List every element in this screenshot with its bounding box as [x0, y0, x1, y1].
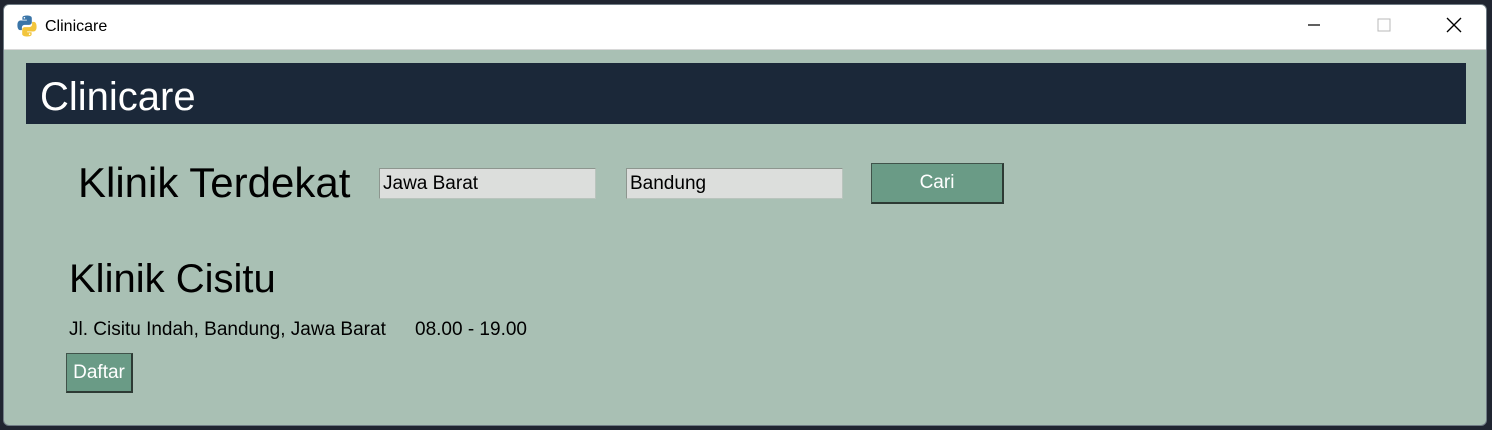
python-icon — [15, 14, 39, 38]
search-button-label: Cari — [919, 172, 955, 193]
app-window: Clinicare Clinicare Klinik Terdekat Cari… — [3, 4, 1487, 426]
minimize-button[interactable] — [1279, 5, 1349, 50]
minimize-icon — [1307, 18, 1321, 37]
maximize-icon — [1377, 18, 1391, 37]
maximize-button[interactable] — [1349, 5, 1419, 50]
close-icon — [1446, 17, 1462, 38]
section-title-nearest-clinic: Klinik Terdekat — [78, 159, 351, 206]
city-input[interactable] — [626, 168, 843, 199]
clinic-name: Klinik Cisitu — [69, 257, 276, 301]
title-bar[interactable]: Clinicare — [4, 5, 1486, 50]
app-header-bar: Clinicare — [26, 63, 1466, 124]
window-title: Clinicare — [45, 18, 108, 35]
register-button-label: Daftar — [73, 361, 125, 383]
clinic-hours: 08.00 - 19.00 — [415, 319, 527, 340]
province-input[interactable] — [379, 168, 596, 199]
clinic-address: Jl. Cisitu Indah, Bandung, Jawa Barat — [69, 319, 386, 340]
register-button[interactable]: Daftar — [66, 353, 133, 393]
app-header-title: Clinicare — [40, 75, 196, 119]
close-button[interactable] — [1419, 5, 1486, 50]
search-button[interactable]: Cari — [871, 163, 1004, 204]
